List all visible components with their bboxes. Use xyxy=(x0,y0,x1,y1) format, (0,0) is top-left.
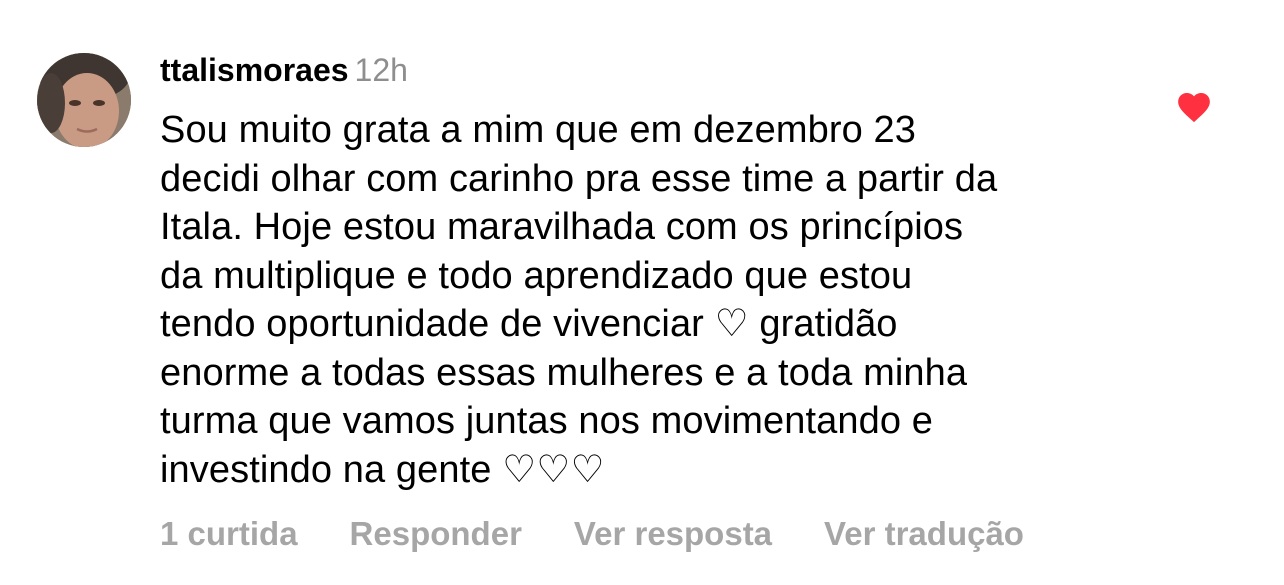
comment: ttalismoraes 12h Sou muito grata a mim qu… xyxy=(0,0,1284,585)
avatar[interactable] xyxy=(37,53,131,147)
comment-actions: 1 curtida Responder Ver resposta Ver tra… xyxy=(160,512,1024,556)
comment-text: Sou muito grata a mim que em dezembro 23… xyxy=(160,109,998,491)
like-button[interactable] xyxy=(1175,88,1213,124)
likes-count-link[interactable]: 1 curtida xyxy=(160,515,298,553)
username[interactable]: ttalismoraes xyxy=(160,52,349,88)
view-replies-button[interactable]: Ver resposta xyxy=(574,515,772,553)
translate-button[interactable]: Ver tradução xyxy=(824,515,1024,553)
timestamp: 12h xyxy=(354,52,408,88)
avatar-image xyxy=(37,53,131,147)
heart-filled-icon xyxy=(1178,93,1210,123)
comment-header: ttalismoraes 12h xyxy=(160,50,408,90)
reply-button[interactable]: Responder xyxy=(350,515,522,553)
